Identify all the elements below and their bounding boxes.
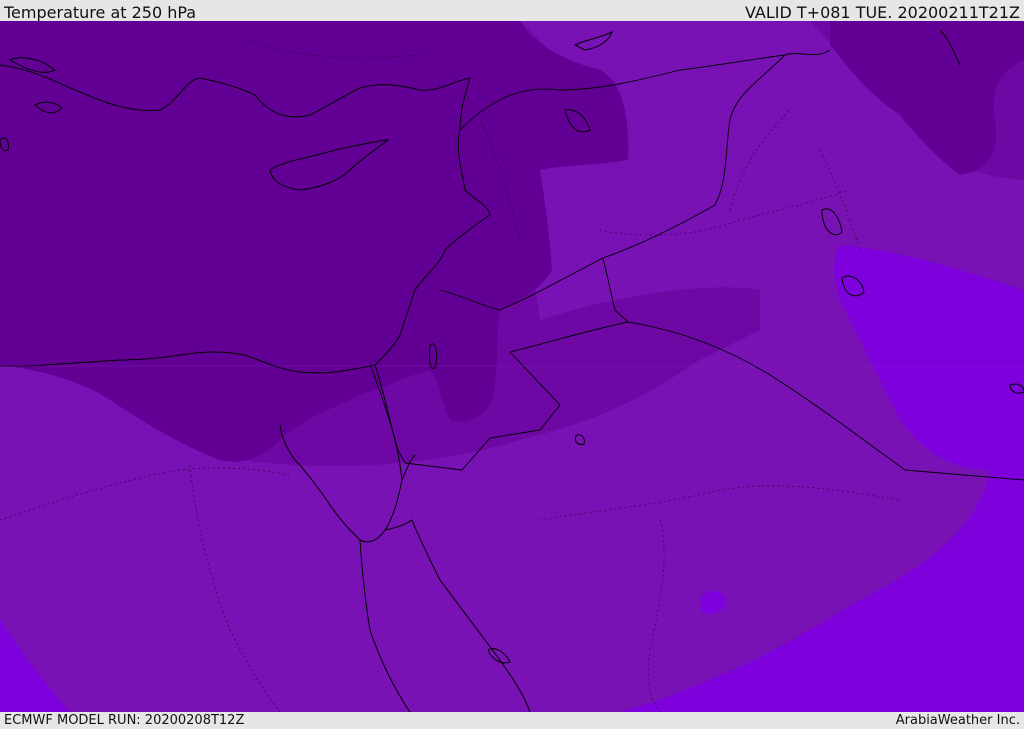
- model-run-label: ECMWF MODEL RUN: 20200208T12Z: [4, 713, 245, 728]
- header-bar: Temperature at 250 hPa VALID T+081 TUE. …: [0, 0, 1024, 22]
- weather-map[interactable]: [0, 21, 1024, 712]
- map-title: Temperature at 250 hPa: [4, 3, 197, 22]
- footer-bar: ECMWF MODEL RUN: 20200208T12Z ArabiaWeat…: [0, 712, 1024, 729]
- valid-time: VALID T+081 TUE. 20200211T21Z: [744, 3, 1020, 22]
- credit-label: ArabiaWeather Inc.: [895, 713, 1020, 728]
- temperature-map-svg: [0, 21, 1024, 712]
